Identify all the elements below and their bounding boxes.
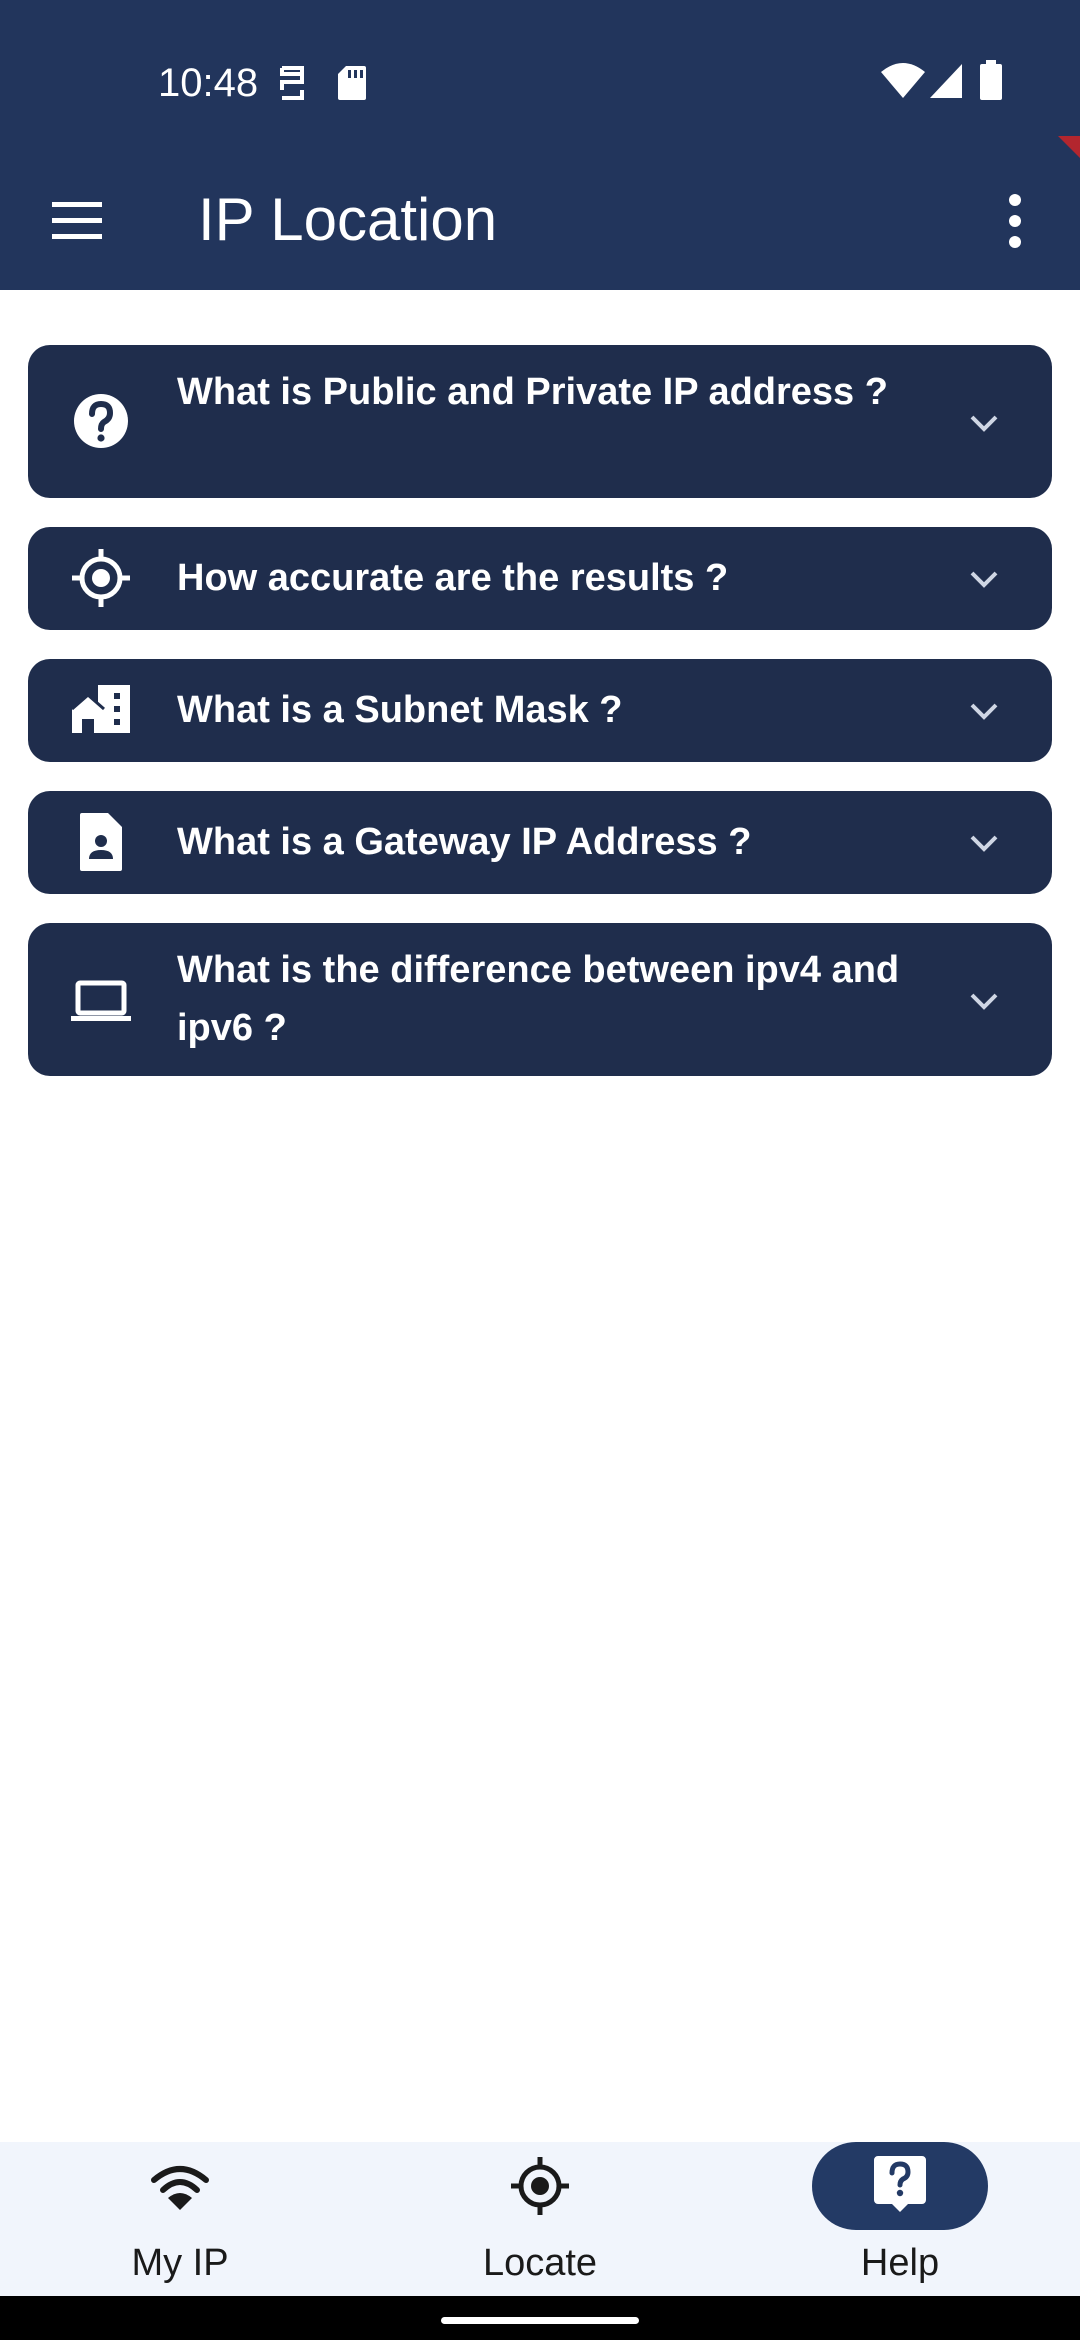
bottom-navigation: My IP Locate Help [0,2142,1080,2296]
faq-item-public-private-ip[interactable]: What is Public and Private IP address ? [28,345,1052,498]
nav-item-locate[interactable]: Locate [360,2142,720,2296]
nav-label: My IP [131,2242,229,2284]
wifi-icon [881,63,925,98]
status-time: 10:48 [158,61,259,105]
faq-question: What is a Subnet Mask ? [177,689,623,731]
faq-item-subnet-mask[interactable]: What is a Subnet Mask ? [28,659,1052,762]
chevron-down-icon [970,835,998,852]
battery-icon [980,60,1002,100]
nav-label: Locate [482,2242,598,2284]
overflow-menu-icon[interactable] [990,186,1040,256]
faq-question: What is a Gateway IP Address ? [177,821,752,863]
chevron-down-icon [970,415,998,432]
home-gesture-handle[interactable] [441,2317,639,2324]
faq-item-gateway-ip[interactable]: What is a Gateway IP Address ? [28,791,1052,894]
faq-question: What is Public and Private IP address ? [177,371,888,413]
faq-question: How accurate are the results ? [177,557,729,599]
faq-item-accuracy[interactable]: How accurate are the results ? [28,527,1052,630]
sim-icon [280,66,304,100]
laptop-icon [71,980,131,1021]
gps-fixed-icon [511,2157,569,2215]
signal-icon [930,64,962,98]
chevron-down-icon [970,703,998,720]
nav-label: Help [860,2242,940,2284]
app-title: IP Location [198,186,498,253]
building-icon [71,685,130,733]
chevron-down-icon [970,993,998,1010]
system-navigation-bar [0,2296,1080,2340]
contact-card-icon [80,813,122,871]
hamburger-menu-icon[interactable] [42,190,112,250]
help-bubble-icon [874,2156,926,2212]
corner-flag [1058,136,1080,158]
wifi-icon [151,2166,209,2210]
faq-question: What is the difference between ipv4 and … [177,949,900,1049]
nav-item-help[interactable]: Help [720,2142,1080,2296]
chevron-down-icon [970,571,998,588]
app-bar: IP Location [0,150,1080,290]
gps-fixed-icon [72,549,130,607]
nav-item-my-ip[interactable]: My IP [0,2142,360,2296]
status-bar: 10:48 [0,0,1080,150]
faq-item-ipv4-ipv6[interactable]: What is the difference between ipv4 and … [28,923,1052,1076]
sd-card-icon [338,66,366,100]
help-circle-icon [74,394,128,448]
